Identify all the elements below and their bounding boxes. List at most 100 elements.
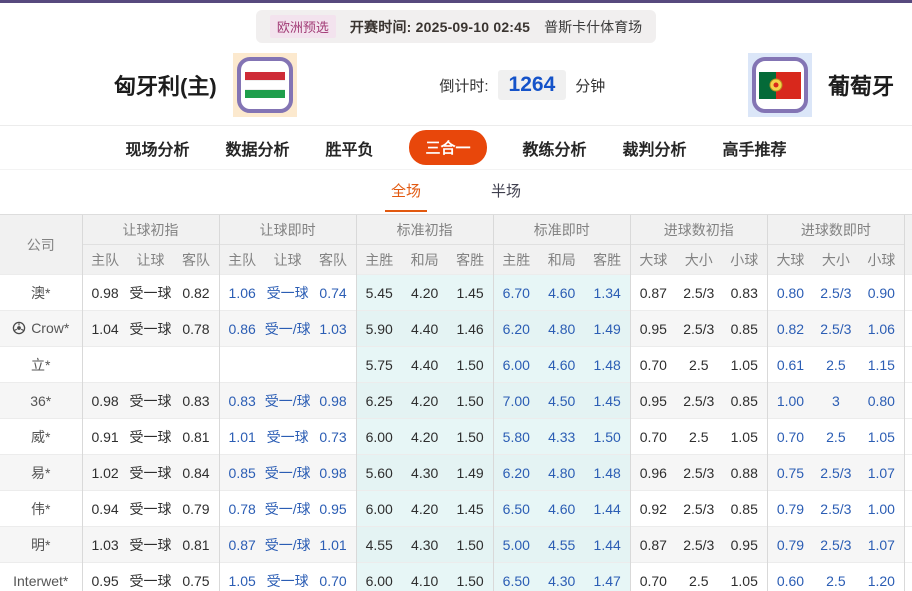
odds-cell: 5.45 bbox=[355, 274, 402, 311]
odds-cell: 0.79 bbox=[766, 490, 814, 527]
odds-row-1: Crow*1.04受一球0.780.86受一/球半1.035.904.401.4… bbox=[0, 310, 912, 347]
odds-cell: 受一球 bbox=[127, 274, 174, 311]
odds-cell: 2.5 bbox=[813, 418, 859, 455]
odds-cell: 5.75 bbox=[355, 346, 402, 383]
odds-cell: 0.82 bbox=[173, 274, 220, 311]
odds-cell: 受一/球半 bbox=[264, 382, 311, 419]
nav-tab-6[interactable]: 高手推荐 bbox=[723, 136, 787, 160]
odds-cell: 0.70 bbox=[766, 418, 814, 455]
nav-tab-5[interactable]: 裁判分析 bbox=[623, 136, 687, 160]
home-team-name: 匈牙利(主) bbox=[114, 74, 217, 99]
odds-cell: 受一球 bbox=[127, 490, 174, 527]
odds-cell: 5.00 bbox=[492, 526, 539, 563]
group-header-5: 进球数即时 bbox=[766, 214, 905, 245]
odds-cell: 1.49 bbox=[447, 454, 494, 491]
odds-cell: 受一/球半 bbox=[264, 454, 311, 491]
odds-cell: 2.5 bbox=[675, 562, 722, 591]
odds-cell: 4.30 bbox=[401, 526, 448, 563]
subcol-header: 大小 bbox=[675, 244, 722, 275]
odds-row-3: 36*0.98受一球0.830.83受一/球半0.986.254.201.507… bbox=[0, 382, 912, 419]
odds-cell: 1.00 bbox=[858, 490, 905, 527]
nav-tab-4[interactable]: 教练分析 bbox=[523, 136, 587, 160]
spacer-cell bbox=[903, 382, 912, 419]
nav-tab-2[interactable]: 胜平负 bbox=[325, 136, 373, 160]
odds-cell: 1.20 bbox=[858, 562, 905, 591]
spacer-cell bbox=[903, 526, 912, 563]
odds-cell: 4.40 bbox=[401, 310, 448, 347]
odds-cell: 1.05 bbox=[858, 418, 905, 455]
odds-row-0: 澳* 0.98 受一球 0.82 1.06 受一球 0.74 5.45 4.20 1.45 6.70… bbox=[0, 274, 912, 311]
odds-cell: 4.20 bbox=[401, 490, 448, 527]
odds-cell: 受一/球半 bbox=[264, 490, 311, 527]
company-name: 伟* bbox=[31, 500, 51, 517]
odds-row-4: 威* 0.91 受一球 0.81 1.01 受一球 0.73 6.00 4.20 1.50 5.80… bbox=[0, 418, 912, 455]
odds-cell: 0.90 bbox=[858, 274, 905, 311]
nav-tab-0[interactable]: 现场分析 bbox=[125, 136, 189, 160]
period-subtabs: 全场 半场 bbox=[0, 170, 912, 214]
odds-cell: 0.91 bbox=[81, 418, 128, 455]
odds-cell: 0.85 bbox=[721, 490, 768, 527]
odds-cell: 1.03 bbox=[81, 526, 128, 563]
flag-frame bbox=[751, 57, 808, 113]
company-name: 威* bbox=[31, 428, 51, 445]
subcol-header: 让球 bbox=[127, 244, 174, 275]
nav-tab-3[interactable]: 三合一 bbox=[409, 130, 487, 165]
company-cell: 明* bbox=[0, 526, 82, 563]
odds-cell: 1.00 bbox=[766, 382, 814, 419]
group-header-1: 让球即时 bbox=[218, 214, 357, 245]
odds-cell: 0.61 bbox=[766, 346, 814, 383]
subcol-header: 大球 bbox=[629, 244, 676, 275]
odds-cell: 1.45 bbox=[584, 382, 631, 419]
odds-cell: 1.46 bbox=[447, 310, 494, 347]
odds-cell: 6.00 bbox=[355, 418, 402, 455]
odds-cell: 1.50 bbox=[447, 418, 494, 455]
odds-cell: 0.85 bbox=[218, 454, 265, 491]
odds-cell: 6.00 bbox=[355, 490, 402, 527]
group-header-2: 标准初指 bbox=[355, 214, 494, 245]
odds-cell: 4.20 bbox=[401, 274, 448, 311]
company-name: Crow* bbox=[31, 319, 70, 336]
countdown-label: 倒计时: bbox=[439, 77, 489, 95]
odds-row-6: 伟*0.94受一球0.790.78受一/球半0.956.004.201.456.… bbox=[0, 490, 912, 527]
odds-page: 欧洲预选 开赛时间: 2025-09-10 02:45 普斯卡什体育场 匈牙利(… bbox=[0, 0, 912, 591]
subtab-0[interactable]: 全场 bbox=[384, 180, 427, 212]
odds-cell: 0.86 bbox=[218, 310, 265, 347]
subtab-1[interactable]: 半场 bbox=[485, 180, 527, 212]
odds-cell: 受一球 bbox=[127, 526, 174, 563]
odds-cell bbox=[127, 346, 174, 383]
odds-cell: 5.80 bbox=[492, 418, 539, 455]
odds-cell: 1.48 bbox=[584, 346, 631, 383]
subcol-header: 小球 bbox=[721, 244, 768, 275]
spacer-cell bbox=[903, 346, 912, 383]
odds-cell: 2.5/3 bbox=[675, 274, 722, 311]
odds-cell: 1.50 bbox=[447, 382, 494, 419]
odds-cell: 4.60 bbox=[538, 346, 585, 383]
odds-cell: 2.5/3 bbox=[813, 454, 859, 491]
odds-cell: 6.00 bbox=[492, 346, 539, 383]
odds-cell: 0.95 bbox=[721, 526, 768, 563]
spacer-cell bbox=[903, 274, 912, 311]
odds-cell: 5.90 bbox=[355, 310, 402, 347]
odds-cell: 4.40 bbox=[401, 346, 448, 383]
odds-cell: 1.05 bbox=[721, 346, 768, 383]
subcol-header: 大球 bbox=[766, 244, 814, 275]
odds-cell: 1.07 bbox=[858, 526, 905, 563]
home-team: 匈牙利(主) bbox=[114, 53, 297, 117]
league-badge[interactable]: 欧洲预选 bbox=[269, 15, 336, 38]
subcol-header: 客胜 bbox=[447, 244, 494, 275]
odds-cell: 0.74 bbox=[310, 274, 357, 311]
odds-cell: 0.73 bbox=[310, 418, 357, 455]
odds-cell: 0.75 bbox=[766, 454, 814, 491]
odds-cell: 3 bbox=[813, 382, 859, 419]
odds-cell: 0.92 bbox=[629, 490, 676, 527]
odds-cell: 1.48 bbox=[584, 454, 631, 491]
company-cell: 易* bbox=[0, 454, 82, 491]
odds-cell: 0.81 bbox=[173, 418, 220, 455]
company-cell: 36* bbox=[0, 382, 82, 419]
odds-table-body: 澳* 0.98 受一球 0.82 1.06 受一球 0.74 5.45 4.20 1.45 6.70… bbox=[0, 274, 912, 591]
odds-cell: 1.50 bbox=[447, 562, 494, 591]
nav-tab-1[interactable]: 数据分析 bbox=[225, 136, 289, 160]
spacer-cell bbox=[903, 310, 912, 347]
odds-cell: 1.01 bbox=[310, 526, 357, 563]
odds-cell: 0.95 bbox=[629, 382, 676, 419]
